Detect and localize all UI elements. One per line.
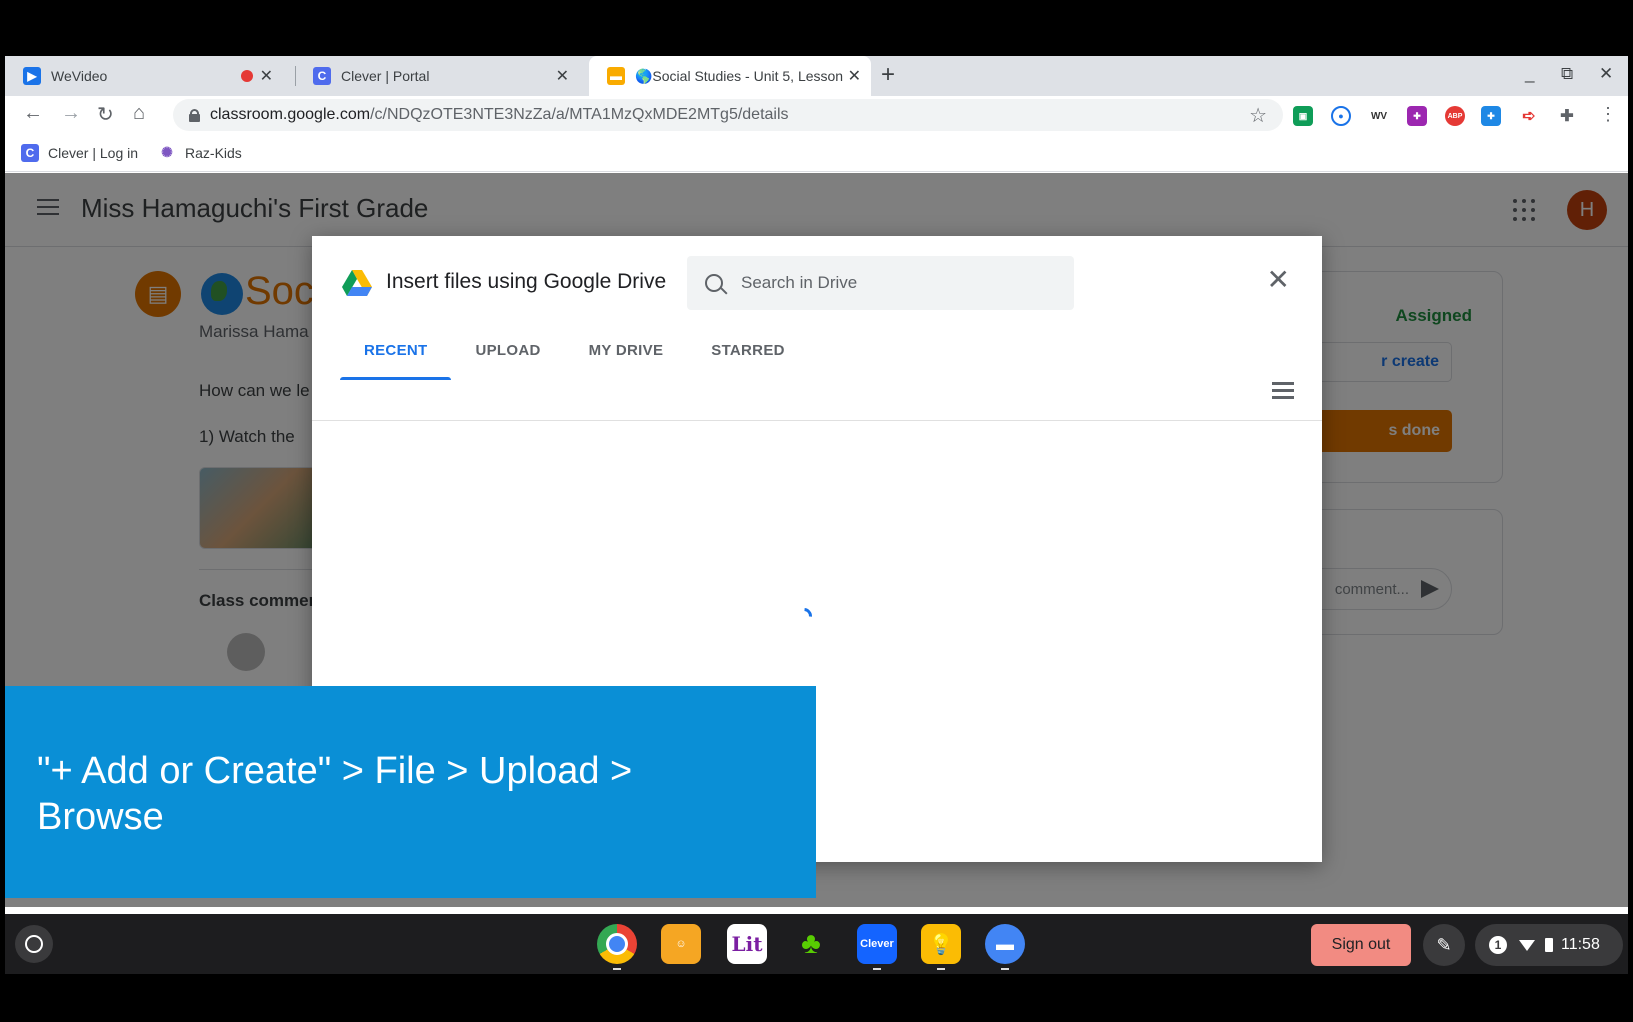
- close-icon[interactable]: ✕: [1267, 266, 1290, 294]
- tab-close-icon[interactable]: ✕: [260, 66, 273, 86]
- google-drive-icon: [342, 270, 372, 296]
- status-tray[interactable]: 1 11:58: [1475, 924, 1623, 966]
- divider: [312, 420, 1322, 421]
- caption-line-1: "+ Add or Create" > File > Upload >: [37, 750, 633, 792]
- sign-out-button[interactable]: Sign out: [1311, 924, 1411, 966]
- epic-icon[interactable]: ☺: [661, 924, 701, 964]
- tab-recent[interactable]: RECENT: [340, 330, 452, 380]
- chromeos-screen: ▶ WeVideo ✕ C Clever | Portal ✕ ▬ 🌎Socia…: [5, 56, 1628, 974]
- tab-clever-portal[interactable]: C Clever | Portal ✕: [295, 56, 579, 96]
- keep-icon[interactable]: 💡: [921, 924, 961, 970]
- restore-icon[interactable]: ⧉: [1561, 64, 1573, 84]
- recording-icon: [241, 70, 253, 82]
- home-icon[interactable]: ⌂: [133, 102, 145, 125]
- url-host: classroom.google.com: [210, 106, 371, 123]
- picker-tabs: RECENT UPLOAD MY DRIVE STARRED: [340, 330, 809, 380]
- extensions-icon[interactable]: ✚: [1557, 106, 1577, 126]
- arrow-ext-icon[interactable]: ➪: [1519, 106, 1539, 126]
- tab-my-drive[interactable]: MY DRIVE: [565, 330, 688, 380]
- classroom-ext-icon[interactable]: ▣: [1293, 106, 1313, 126]
- clever-icon: C: [313, 67, 331, 85]
- chrome-icon[interactable]: [597, 924, 637, 970]
- clever-app-icon[interactable]: Clever: [857, 924, 897, 970]
- loading-spinner-icon: [792, 604, 816, 628]
- tab-social-studies[interactable]: ▬ 🌎Social Studies - Unit 5, Lesson ✕: [589, 56, 871, 96]
- wevideo-icon: ▶: [23, 67, 41, 85]
- tab-close-icon[interactable]: ✕: [556, 66, 569, 86]
- forward-icon[interactable]: →: [61, 102, 81, 125]
- classroom-icon: ▬: [607, 67, 625, 85]
- clever-app-label: Clever: [860, 938, 894, 950]
- tab-title: Clever | Portal: [341, 68, 430, 84]
- minimize-icon[interactable]: _: [1525, 64, 1534, 84]
- address-bar[interactable]: classroom.google.com/c/NDQzOTE3NTE3NzZa/…: [173, 99, 1283, 131]
- back-icon[interactable]: ←: [23, 102, 43, 125]
- raz-kids-icon: ✺: [158, 143, 177, 162]
- tab-wevideo[interactable]: ▶ WeVideo ✕: [5, 56, 283, 96]
- screencastify-icon[interactable]: ●: [1331, 106, 1351, 126]
- files-icon[interactable]: ▬: [985, 924, 1025, 970]
- stylus-tools-icon[interactable]: ✎: [1423, 924, 1465, 966]
- puzzle-purple-icon[interactable]: ✚: [1407, 106, 1427, 126]
- clock-time: 11:58: [1561, 936, 1600, 953]
- tab-strip: ▶ WeVideo ✕ C Clever | Portal ✕ ▬ 🌎Socia…: [5, 56, 1628, 96]
- reload-icon[interactable]: ↻: [97, 102, 114, 127]
- list-view-icon[interactable]: [1272, 382, 1294, 400]
- puzzle-blue-icon[interactable]: ✚: [1481, 106, 1501, 126]
- notification-icon: 1: [1489, 936, 1507, 954]
- lit-icon[interactable]: Lit: [727, 924, 767, 964]
- lock-icon: [189, 109, 200, 122]
- bookmark-raz-kids[interactable]: ✺ Raz-Kids: [158, 143, 242, 162]
- bookmark-star-icon[interactable]: ☆: [1249, 103, 1267, 128]
- drive-search-box[interactable]: [687, 256, 1074, 310]
- tab-title: WeVideo: [51, 68, 108, 84]
- new-tab-button[interactable]: +: [881, 61, 895, 89]
- launcher-icon[interactable]: [15, 925, 53, 963]
- menu-kebab-icon[interactable]: ⋮: [1599, 104, 1617, 125]
- adblock-plus-icon[interactable]: ABP: [1445, 106, 1465, 126]
- tab-upload[interactable]: UPLOAD: [451, 330, 564, 380]
- bookmark-label: Raz-Kids: [185, 144, 242, 161]
- battery-icon: [1545, 938, 1553, 952]
- bookmark-label: Clever | Log in: [48, 144, 139, 161]
- bookmark-clever-login[interactable]: C Clever | Log in: [21, 143, 139, 162]
- browser-toolbar: ← → ↻ ⌂ classroom.google.com/c/NDQzOTE3N…: [5, 96, 1628, 134]
- window-close-icon[interactable]: ✕: [1599, 64, 1613, 84]
- tab-title: 🌎Social Studies - Unit 5, Lesson: [635, 67, 844, 84]
- duolingo-icon[interactable]: ♣: [791, 924, 831, 964]
- wifi-icon: [1519, 939, 1535, 951]
- drive-search-input[interactable]: [741, 273, 1041, 293]
- wevideo-ext-icon[interactable]: WV: [1369, 106, 1389, 126]
- search-icon: [705, 274, 723, 292]
- url-path: /c/NDQzOTE3NTE3NzZa/a/MTA1MzQxMDE2MTg5/d…: [370, 106, 789, 123]
- picker-title: Insert files using Google Drive: [386, 270, 667, 293]
- chromeos-shelf: ☺ Lit ♣ Clever 💡 ▬ Sign out ✎ 1 11:58: [5, 914, 1628, 974]
- instruction-caption: "+ Add or Create" > File > Upload > Brow…: [5, 686, 816, 898]
- tab-starred[interactable]: STARRED: [687, 330, 809, 380]
- caption-line-2: Browse: [37, 796, 164, 838]
- bookmarks-bar: C Clever | Log in ✺ Raz-Kids: [5, 134, 1628, 172]
- url-text: classroom.google.com/c/NDQzOTE3NTE3NzZa/…: [210, 106, 789, 124]
- tab-close-icon[interactable]: ✕: [848, 66, 861, 86]
- clever-icon: C: [21, 143, 39, 162]
